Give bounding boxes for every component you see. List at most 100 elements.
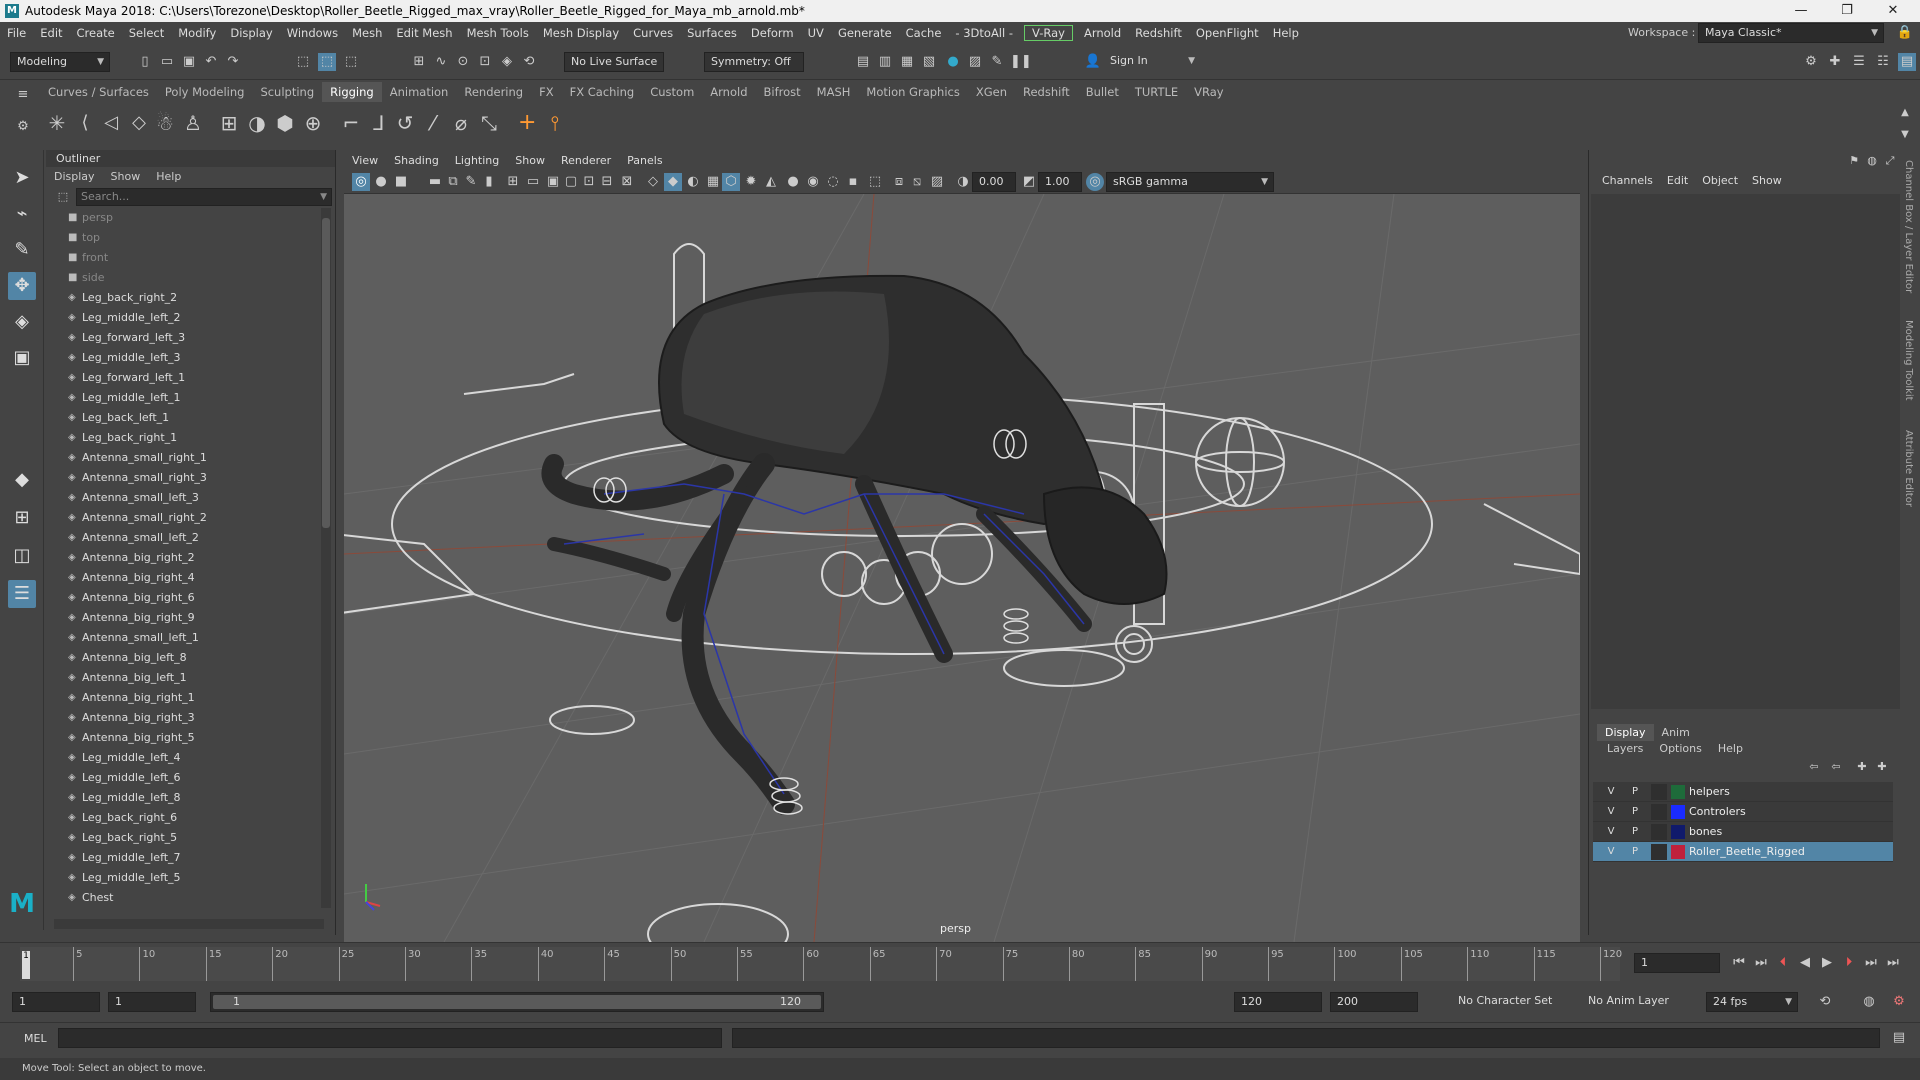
- aim-constraint-icon[interactable]: ⫯: [546, 113, 564, 133]
- step-forward-key-icon[interactable]: ⏭: [1862, 954, 1880, 972]
- mirror-joint-icon[interactable]: ◁: [102, 114, 120, 132]
- viewport-menu-lighting[interactable]: Lighting: [447, 152, 507, 170]
- layer-display-type-toggle[interactable]: [1651, 844, 1667, 860]
- menu-edit[interactable]: Edit: [33, 26, 69, 40]
- outliner-item[interactable]: ◈ Antenna_small_left_3: [54, 488, 314, 508]
- wireframe-on-shaded-icon[interactable]: ⬡: [722, 173, 740, 191]
- outliner-item[interactable]: ◈ Leg_back_right_1: [54, 428, 314, 448]
- menu-mesh-display[interactable]: Mesh Display: [536, 26, 626, 40]
- channel-box-menu-channels[interactable]: Channels: [1595, 174, 1660, 187]
- attribute-editor-icon[interactable]: ☰: [1850, 53, 1868, 71]
- lattice-icon[interactable]: ⬢: [276, 113, 294, 133]
- select-object-icon[interactable]: ⬚: [318, 53, 336, 71]
- viewport-menu-panels[interactable]: Panels: [619, 152, 670, 170]
- layer-tab-display[interactable]: Display: [1597, 724, 1654, 741]
- preferences-icon[interactable]: ⚙: [1890, 993, 1908, 1011]
- shelf-tab-curves-surfaces[interactable]: Curves / Surfaces: [40, 82, 157, 102]
- xray-joints-icon[interactable]: ⧅: [908, 173, 926, 191]
- snap-view-icon[interactable]: ⊡: [476, 53, 494, 71]
- menu-generate[interactable]: Generate: [831, 26, 899, 40]
- color-management-icon[interactable]: ◎: [1086, 173, 1104, 191]
- isolate-select-icon[interactable]: ⬚: [866, 173, 884, 191]
- textured-icon[interactable]: ▦: [704, 173, 722, 191]
- layer-playback-toggle[interactable]: P: [1627, 824, 1643, 840]
- outliner-item[interactable]: ◈ Antenna_big_right_2: [54, 548, 314, 568]
- humanik-icon[interactable]: ♙: [184, 113, 202, 133]
- layer-playback-toggle[interactable]: P: [1627, 804, 1643, 820]
- character-set-dropdown[interactable]: No Character Set: [1452, 992, 1572, 1012]
- menu-file[interactable]: File: [0, 26, 33, 40]
- shelf-scroll-down-icon[interactable]: ▼: [1896, 126, 1914, 144]
- point-constraint-icon[interactable]: +: [518, 112, 536, 134]
- outliner-item[interactable]: ◈ Leg_back_right_6: [54, 808, 314, 828]
- channel-box-menu-show[interactable]: Show: [1745, 174, 1789, 187]
- shelf-scroll-up-icon[interactable]: ▲: [1896, 104, 1914, 122]
- menu-deform[interactable]: Deform: [744, 26, 801, 40]
- fps-dropdown[interactable]: 24 fps ▼: [1706, 992, 1798, 1012]
- channel-box-help-icon[interactable]: ◍: [1863, 152, 1881, 170]
- layer-display-type-toggle[interactable]: [1651, 784, 1667, 800]
- tool-settings-icon[interactable]: ☷: [1874, 53, 1892, 71]
- safe-action-icon[interactable]: ⊟: [598, 173, 616, 191]
- snap-curve-icon[interactable]: ∿: [432, 53, 450, 71]
- timeline-ticks[interactable]: 1 5 10 15 20 25 30 35 40 45 50 55 60 65 70 75 80 85 90 95 1…: [20, 947, 1622, 981]
- shelf-tab-poly-modeling[interactable]: Poly Modeling: [157, 82, 253, 102]
- ik-handle-icon[interactable]: ⌐: [342, 113, 360, 133]
- side-tab-channel-box[interactable]: Channel Box / Layer Editor: [1903, 160, 1914, 293]
- menu-select[interactable]: Select: [122, 26, 171, 40]
- shadows-icon[interactable]: ◭: [762, 173, 780, 191]
- workspace-dropdown[interactable]: Maya Classic* ▼: [1698, 23, 1884, 43]
- insert-joint-icon[interactable]: ⟨: [76, 114, 94, 132]
- paint-select-icon[interactable]: ✎: [8, 236, 36, 264]
- go-to-end-icon[interactable]: ⏭: [1884, 954, 1902, 972]
- layer-visibility-toggle[interactable]: V: [1603, 824, 1619, 840]
- auto-key-icon[interactable]: ◍: [1860, 993, 1878, 1011]
- outliner-horizontal-scrollbar[interactable]: [54, 919, 324, 929]
- layer-playback-toggle[interactable]: P: [1627, 844, 1643, 860]
- smooth-bind-icon[interactable]: ◑: [248, 113, 266, 133]
- command-language-label[interactable]: MEL: [24, 1032, 47, 1045]
- film-gate-icon[interactable]: ▭: [524, 173, 542, 191]
- save-scene-icon[interactable]: ▣: [180, 53, 198, 71]
- two-d-pan-icon[interactable]: ⧉: [444, 173, 462, 191]
- render-sequence-icon[interactable]: ▥: [876, 53, 894, 71]
- grease-pencil-icon[interactable]: ✎: [462, 173, 480, 191]
- move-layer-down-icon[interactable]: ⇦: [1827, 758, 1845, 776]
- snap-grid-icon[interactable]: ⊞: [410, 53, 428, 71]
- colorspace-dropdown[interactable]: sRGB gamma ▼: [1106, 172, 1274, 192]
- render-frame-icon[interactable]: ▤: [854, 53, 872, 71]
- viewport-menu-renderer[interactable]: Renderer: [553, 152, 619, 170]
- shelf-tab-bifrost[interactable]: Bifrost: [756, 82, 809, 102]
- anim-layer-dropdown[interactable]: No Anim Layer: [1582, 992, 1682, 1012]
- lock-icon[interactable]: 🔒: [1896, 24, 1914, 42]
- modeling-toolkit-icon[interactable]: ⚙: [1802, 53, 1820, 71]
- go-to-start-icon[interactable]: ⏮: [1730, 954, 1748, 972]
- safe-title-icon[interactable]: ⊠: [618, 173, 636, 191]
- outliner-camera-persp[interactable]: ■ persp: [54, 208, 314, 228]
- move-tool-icon[interactable]: ✥: [8, 272, 36, 300]
- menu-vray[interactable]: V-Ray: [1024, 25, 1073, 41]
- outliner-item[interactable]: ◈ Leg_middle_left_6: [54, 768, 314, 788]
- two-view-icon[interactable]: ◫: [8, 542, 36, 570]
- resolution-gate-icon[interactable]: ▣: [544, 173, 562, 191]
- outliner-camera-side[interactable]: ■ side: [54, 268, 314, 288]
- layer-display-type-toggle[interactable]: [1651, 824, 1667, 840]
- open-scene-icon[interactable]: ▭: [158, 53, 176, 71]
- render-view-icon[interactable]: ▨: [966, 53, 984, 71]
- shelf-tab-rigging[interactable]: Rigging: [322, 82, 382, 102]
- channel-box-toggle-icon[interactable]: ⚑: [1845, 152, 1863, 170]
- undo-icon[interactable]: ↶: [202, 53, 220, 71]
- minimize-button[interactable]: —: [1778, 0, 1824, 22]
- outliner-item[interactable]: ◈ Antenna_big_right_9: [54, 608, 314, 628]
- outliner-item[interactable]: ◈ Leg_middle_left_2: [54, 308, 314, 328]
- animation-end-field[interactable]: 200: [1330, 992, 1418, 1012]
- viewport-canvas[interactable]: [344, 194, 1580, 942]
- outliner-item[interactable]: ◈ Antenna_big_right_1: [54, 688, 314, 708]
- shelf-tab-motion-graphics[interactable]: Motion Graphics: [858, 82, 967, 102]
- smooth-shade-icon[interactable]: ◆: [664, 173, 682, 191]
- shelf-tab-vray[interactable]: VRay: [1186, 82, 1231, 102]
- time-slider[interactable]: 1 5 10 15 20 25 30 35 40 45 50 55 60 65 70 75 80 85 90 95 1…: [0, 942, 1920, 982]
- snap-point-icon[interactable]: ⊙: [454, 53, 472, 71]
- xray-icon[interactable]: ⧈: [890, 173, 908, 191]
- command-input[interactable]: [58, 1028, 722, 1048]
